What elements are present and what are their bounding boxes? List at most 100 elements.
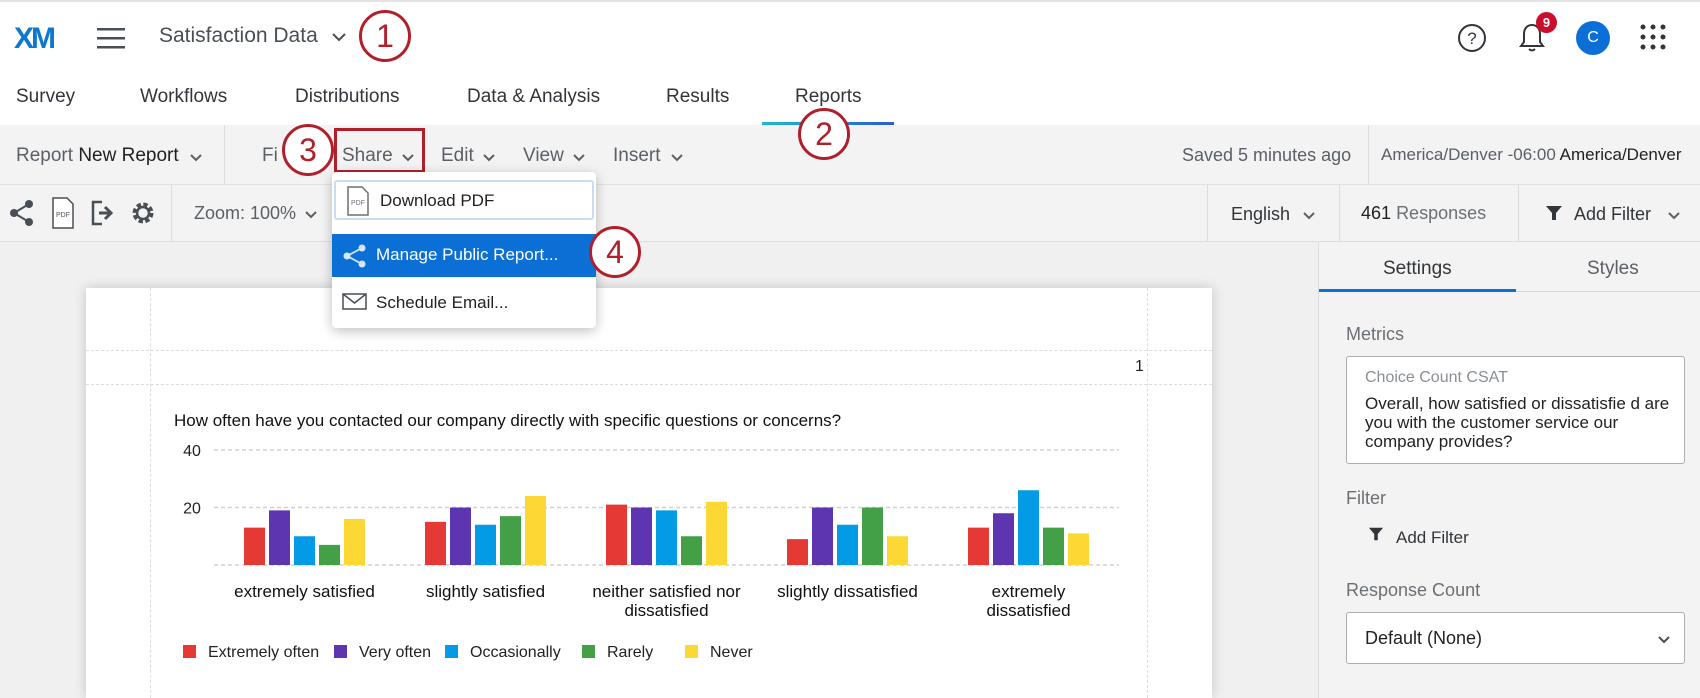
menu-item-label: Schedule Email... (376, 293, 509, 312)
bar-very-often (631, 507, 652, 565)
avatar[interactable]: C (1576, 21, 1610, 55)
main-nav-tabs: Survey Workflows Distributions Data & An… (0, 70, 1700, 125)
bar-chart[interactable]: 40 20 extremely satisfied slightly satisfie… (174, 438, 1134, 698)
tab-settings[interactable]: Settings (1383, 258, 1452, 280)
legend-label: Rarely (607, 644, 653, 661)
project-name[interactable]: Satisfaction Data (159, 24, 318, 48)
chevron-down-icon[interactable] (670, 153, 684, 162)
filter-label: Filter (1346, 488, 1386, 508)
bar-occasionally (475, 524, 496, 565)
menu-file[interactable]: Fi (262, 145, 278, 167)
notification-badge: 9 (1536, 12, 1557, 33)
add-filter-button[interactable]: Add Filter (1396, 528, 1469, 548)
settings-panel: Settings Styles Metrics Choice Count CSA… (1318, 242, 1700, 698)
pdf-icon: PDF (346, 185, 370, 217)
pdf-icon[interactable]: PDF (51, 196, 75, 230)
response-count-select[interactable]: Default (None) (1346, 612, 1685, 664)
tab-survey[interactable]: Survey (16, 86, 75, 108)
menu-item-label: Download PDF (380, 191, 495, 210)
zoom-selector[interactable]: Zoom: 100% (194, 203, 296, 224)
responses-label: Responses (1396, 203, 1487, 223)
metrics-label: Metrics (1346, 324, 1404, 344)
xm-logo[interactable]: XM (14, 22, 56, 56)
x-tick-label: slightly satisfied (426, 582, 545, 601)
legend-swatch (685, 645, 698, 658)
menu-edit[interactable]: Edit (441, 145, 474, 167)
language-selector[interactable]: English (1231, 204, 1290, 225)
legend-label: Never (710, 644, 753, 661)
step-marker-3: 3 (282, 124, 334, 176)
tab-distributions[interactable]: Distributions (295, 86, 400, 108)
bar-never (525, 496, 546, 565)
report-toolbar: Report New Report Fi Share Edit View Ins… (0, 125, 1700, 185)
report-label: Report (16, 145, 74, 166)
tab-results[interactable]: Results (666, 86, 729, 108)
bar-extremely-often (244, 527, 265, 565)
bar-very-often (993, 513, 1014, 565)
bar-extremely-often (606, 504, 627, 565)
export-icon[interactable] (90, 199, 116, 227)
x-tick-label: dissatisfied (624, 601, 708, 620)
saved-status: Saved 5 minutes ago (1182, 145, 1352, 165)
menu-insert[interactable]: Insert (613, 145, 661, 167)
schedule-email-menu-item[interactable]: Schedule Email... (332, 282, 596, 324)
divider (1368, 125, 1369, 185)
report-selector[interactable]: Report New Report (16, 145, 179, 167)
envelope-icon (342, 292, 368, 312)
response-count-label: Response Count (1346, 580, 1481, 600)
chevron-down-icon[interactable] (1302, 211, 1316, 220)
bar-very-often (269, 510, 290, 565)
chevron-down-icon[interactable] (304, 210, 318, 219)
filter-icon[interactable] (1545, 204, 1563, 222)
metric-type: Choice Count CSAT (1365, 369, 1508, 386)
y-tick-label: 20 (183, 501, 201, 518)
bar-occasionally (837, 524, 858, 565)
gear-icon[interactable] (130, 199, 156, 227)
divider (171, 185, 172, 242)
bar-rarely (319, 544, 340, 565)
x-tick-label: extremely (992, 582, 1066, 601)
filter-icon[interactable] (1368, 526, 1384, 542)
page-number: 1 (1135, 358, 1144, 375)
tab-data-analysis[interactable]: Data & Analysis (467, 86, 600, 108)
apps-grid-icon[interactable] (1640, 24, 1666, 50)
share-icon[interactable] (8, 199, 36, 227)
x-tick-label: neither satisfied nor (592, 582, 741, 601)
bar-never (887, 536, 908, 565)
x-tick-label: extremely satisfied (234, 582, 375, 601)
add-filter-button[interactable]: Add Filter (1574, 204, 1651, 225)
menu-item-label: Manage Public Report... (376, 245, 559, 264)
metric-question: Overall, how satisfied or dissatisfie d … (1365, 394, 1670, 451)
share-icon (342, 243, 368, 269)
help-icon[interactable]: ? (1457, 23, 1487, 53)
tab-workflows[interactable]: Workflows (140, 86, 227, 108)
hamburger-menu-icon[interactable] (97, 26, 127, 50)
manage-public-report-menu-item[interactable]: Manage Public Report... (332, 234, 596, 277)
chevron-down-icon[interactable] (189, 153, 203, 162)
menu-view[interactable]: View (523, 145, 564, 167)
page-margin-line (86, 384, 1212, 385)
chevron-down-icon (1657, 635, 1671, 644)
chevron-down-icon[interactable] (482, 153, 496, 162)
chevron-down-icon[interactable] (1667, 211, 1681, 220)
report-name: New Report (78, 145, 179, 166)
legend-swatch (334, 645, 347, 658)
tab-styles[interactable]: Styles (1587, 258, 1639, 280)
top-bar: XM Satisfaction Data ? 9 C 1 (0, 0, 1700, 70)
bar-extremely-often (787, 539, 808, 565)
download-pdf-menu-item[interactable]: PDF Download PDF (334, 180, 594, 220)
svg-text:PDF: PDF (56, 212, 70, 219)
divider (224, 125, 225, 185)
chevron-down-icon[interactable] (572, 153, 586, 162)
legend-label: Occasionally (470, 644, 561, 661)
timezone-selector[interactable]: America/Denver -06:00 America/Denver (1381, 145, 1681, 165)
x-tick-label: dissatisfied (986, 601, 1070, 620)
chevron-down-icon[interactable] (331, 32, 347, 42)
report-secondary-toolbar: PDF Zoom: 100% English 461 Responses Add… (0, 185, 1700, 242)
metric-card[interactable]: Choice Count CSAT Overall, how satisfied… (1346, 356, 1685, 464)
legend-label: Very often (359, 644, 431, 661)
tab-reports[interactable]: Reports (795, 86, 862, 108)
chart-title: How often have you contacted our company… (174, 411, 842, 430)
bar-extremely-often (968, 527, 989, 565)
step-marker-1: 1 (359, 10, 411, 62)
